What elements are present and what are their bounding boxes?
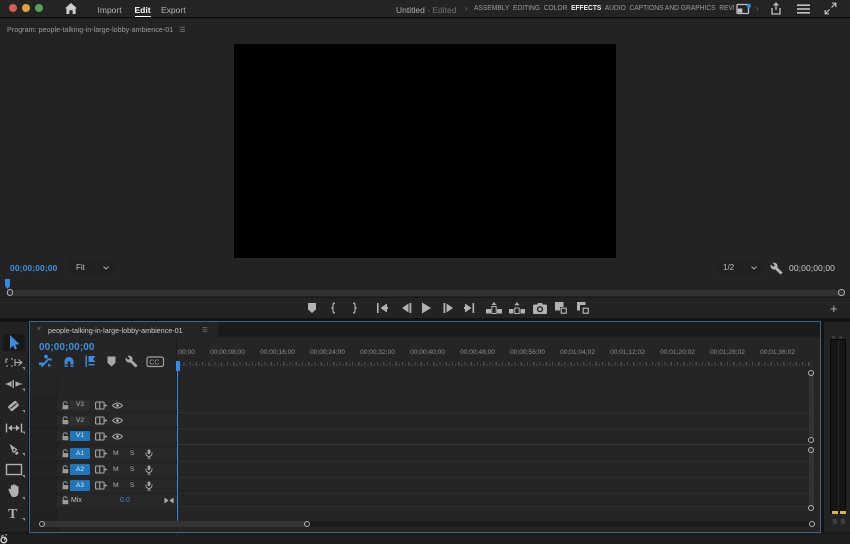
svg-text:T: T (8, 507, 18, 522)
